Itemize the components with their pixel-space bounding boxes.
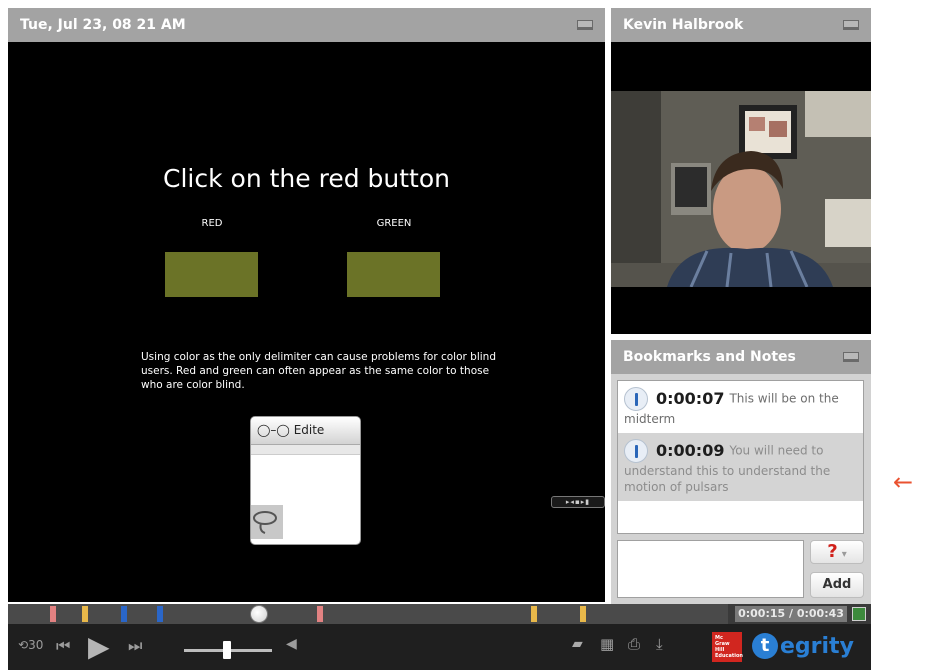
bookmarks-panel: 0:00:07 This will be on the midterm 0:00:… — [611, 374, 871, 604]
next-icon[interactable]: ⏭ — [128, 636, 142, 656]
video-panel-header: Kevin Halbrook — [611, 8, 871, 42]
control-bar: ⟲30 ⏮ ▶ ⏭ ◀ ▰ ▦ ⎙ ⤓ Mc Graw Hill Educati… — [8, 624, 871, 670]
bookmarks-title: Bookmarks and Notes — [623, 349, 796, 365]
grid-icon[interactable]: ▦ — [600, 635, 614, 653]
help-button[interactable]: ? ▾ — [810, 540, 864, 564]
bookmark-marker-icon — [624, 439, 648, 463]
slide-area[interactable]: Click on the red button RED GREEN Using … — [8, 42, 605, 602]
bookmark-note: You will need to understand this to unde… — [624, 443, 831, 495]
help-label: ? — [827, 541, 838, 562]
red-button-swatch — [165, 252, 258, 297]
time-readout: 0:00:15 / 0:00:43 — [735, 606, 847, 622]
bookmark-time: 0:00:09 — [656, 441, 725, 460]
timeline[interactable]: 0:00:15 / 0:00:43 — [8, 604, 871, 624]
editor-title-icons: ◯–◯ — [257, 423, 290, 437]
speaker-icon[interactable]: ◀ — [286, 636, 297, 652]
bookmark-item[interactable]: 0:00:07 This will be on the midterm — [618, 381, 863, 433]
timeline-marker[interactable] — [317, 606, 323, 622]
bookmark-list[interactable]: 0:00:07 This will be on the midterm 0:00:… — [617, 380, 864, 534]
presenter-name: Kevin Halbrook — [623, 17, 744, 33]
green-label: GREEN — [376, 218, 412, 229]
timeline-track[interactable] — [8, 604, 728, 624]
timeline-marker[interactable] — [531, 606, 537, 622]
skip-back-30-button[interactable]: ⟲30 — [18, 638, 43, 652]
editor-titlebar: ◯–◯ Edite — [251, 417, 360, 445]
refresh-icon[interactable] — [852, 607, 866, 621]
previous-icon[interactable]: ⏮ — [56, 636, 70, 656]
download-icon[interactable]: ⤓ — [656, 635, 663, 653]
caption-icon[interactable]: ▰ — [572, 636, 583, 652]
skip-back-label: 30 — [28, 638, 44, 652]
tegrity-wordmark: egrity — [780, 634, 854, 659]
lasso-icon — [251, 505, 283, 539]
slide-panel-header: Tue, Jul 23, 08 21 AM — [8, 8, 605, 42]
presenter-video — [611, 91, 871, 287]
note-input[interactable] — [617, 540, 804, 598]
timeline-marker[interactable] — [50, 606, 56, 622]
slide-nav-toolbar[interactable]: ▸◂▪▸▮ — [551, 496, 605, 508]
timeline-marker[interactable] — [121, 606, 127, 622]
play-icon[interactable]: ▶ — [88, 630, 110, 663]
volume-handle[interactable] — [223, 641, 231, 659]
red-label: RED — [201, 218, 223, 229]
tegrity-logo: t egrity — [752, 632, 854, 662]
mcgraw-hill-logo: Mc Graw Hill Education — [712, 632, 743, 662]
bookmark-item[interactable]: 0:00:09 You will need to understand this … — [618, 433, 863, 501]
bookmark-marker-icon — [624, 387, 648, 411]
editor-toolbar-strip — [251, 445, 360, 455]
print-icon[interactable]: ⎙ — [628, 635, 640, 653]
tegrity-player: Tue, Jul 23, 08 21 AM Click on the red b… — [0, 0, 927, 670]
editor-title: Edite — [293, 423, 325, 437]
bookmarks-panel-header: Bookmarks and Notes — [611, 340, 871, 374]
green-button-swatch — [347, 252, 440, 297]
tegrity-badge: t — [752, 633, 778, 659]
minimize-slide-button[interactable] — [577, 20, 593, 30]
arrow-left-icon: ← — [893, 468, 914, 496]
slide-body-text: Using color as the only delimiter can ca… — [141, 351, 496, 391]
timeline-marker[interactable] — [157, 606, 163, 622]
timeline-marker[interactable] — [82, 606, 88, 622]
timeline-marker[interactable] — [580, 606, 586, 622]
add-note-button[interactable]: Add — [810, 572, 864, 598]
recording-date: Tue, Jul 23, 08 21 AM — [20, 17, 186, 33]
slide-title: Click on the red button — [163, 164, 450, 193]
minimize-video-button[interactable] — [843, 20, 859, 30]
video-area[interactable] — [611, 42, 871, 334]
embedded-editor-window: ◯–◯ Edite — [250, 416, 361, 545]
bookmark-time: 0:00:07 — [656, 389, 725, 408]
minimize-bookmarks-button[interactable] — [843, 352, 859, 362]
chevron-down-icon: ▾ — [841, 549, 847, 560]
playhead-handle[interactable] — [250, 605, 268, 623]
